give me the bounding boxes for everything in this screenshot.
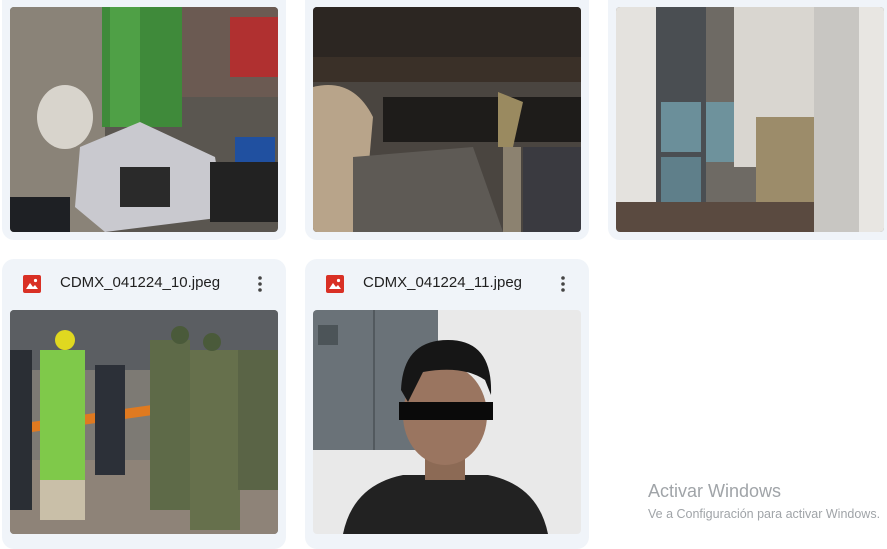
thumbnail-image (616, 7, 884, 232)
file-card[interactable]: CDMX_041224_11.jpeg (305, 259, 589, 549)
watermark-subtitle: Ve a Configuración para activar Windows. (648, 507, 881, 521)
watermark-title: Activar Windows (648, 481, 782, 501)
file-card[interactable] (305, 0, 589, 240)
image-file-icon (23, 275, 41, 293)
thumbnail-image (313, 310, 581, 534)
thumbnail-image (10, 310, 278, 534)
file-card[interactable] (2, 0, 286, 240)
thumbnail-image (10, 7, 278, 232)
file-card-header: CDMX_041224_10.jpeg (2, 259, 286, 309)
file-card[interactable] (608, 0, 887, 240)
windows-activation-watermark: Activar Windows Ve a Configuración para … (648, 481, 880, 521)
file-name: CDMX_041224_10.jpeg (60, 274, 221, 291)
more-options-icon[interactable] (551, 272, 575, 296)
file-card[interactable]: CDMX_041224_10.jpeg (2, 259, 286, 549)
image-file-icon (326, 275, 344, 293)
file-name: CDMX_041224_11.jpeg (363, 274, 523, 291)
more-options-icon[interactable] (248, 272, 272, 296)
thumbnail-image (313, 7, 581, 232)
file-card-header: CDMX_041224_11.jpeg (305, 259, 589, 309)
